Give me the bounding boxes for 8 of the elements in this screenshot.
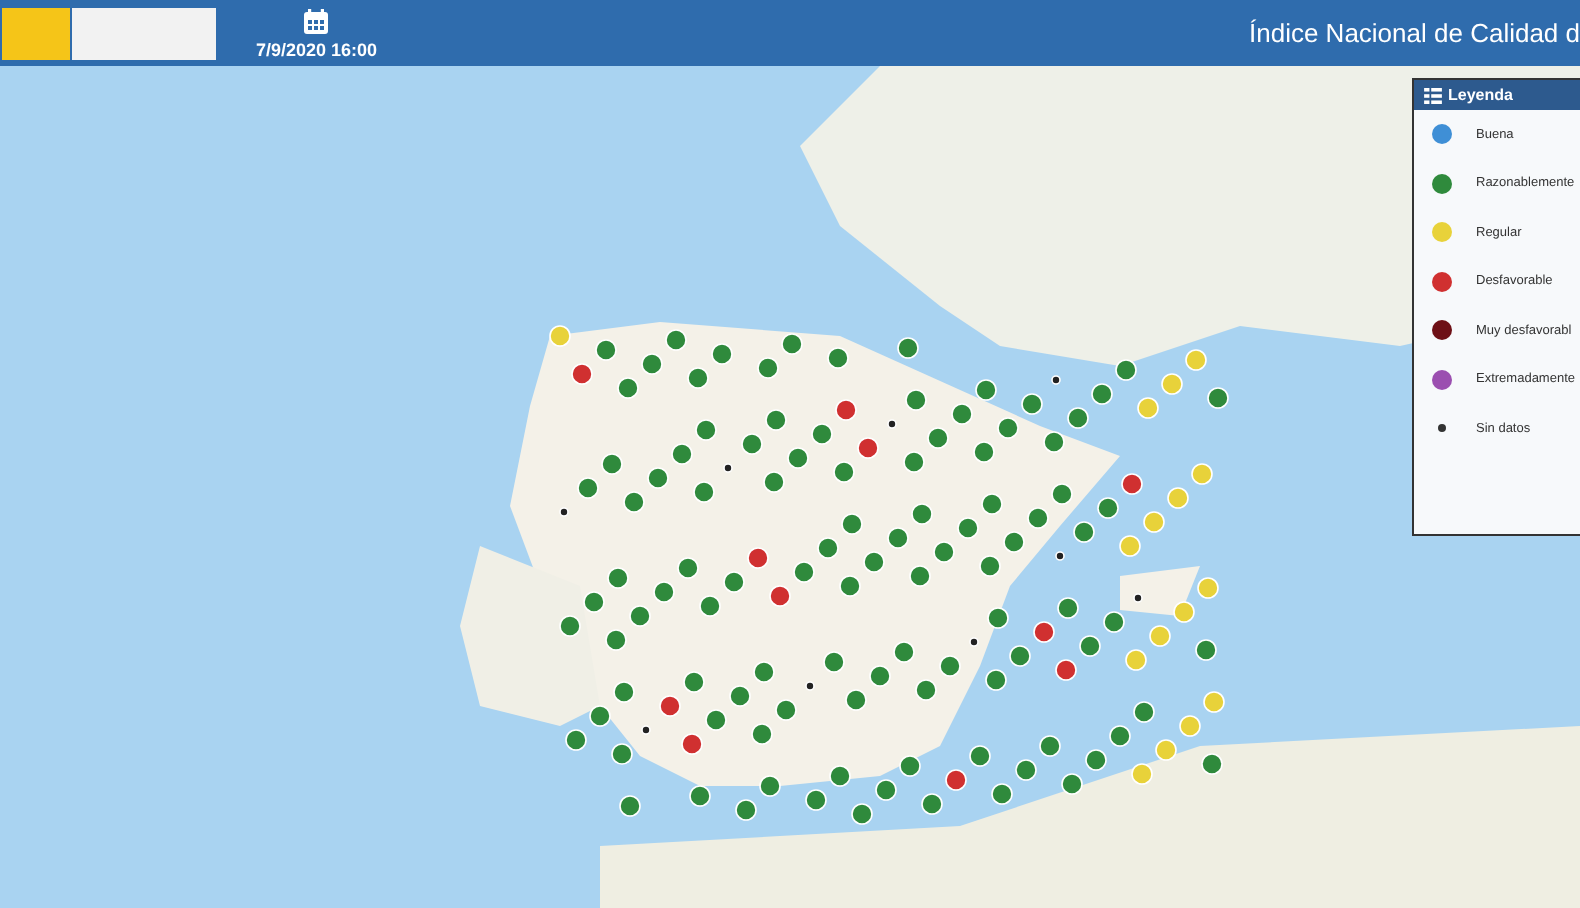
government-logo — [2, 7, 70, 59]
list-icon — [1424, 87, 1442, 103]
calendar-icon[interactable] — [302, 7, 331, 35]
page-title: Índice Nacional de Calidad d — [1249, 18, 1580, 48]
legend-title: Leyenda — [1448, 86, 1513, 104]
date-time-text: 7/9/2020 16:00 — [256, 39, 378, 59]
map-drawing[interactable] — [0, 66, 1580, 908]
campaign-logo — [72, 7, 216, 59]
